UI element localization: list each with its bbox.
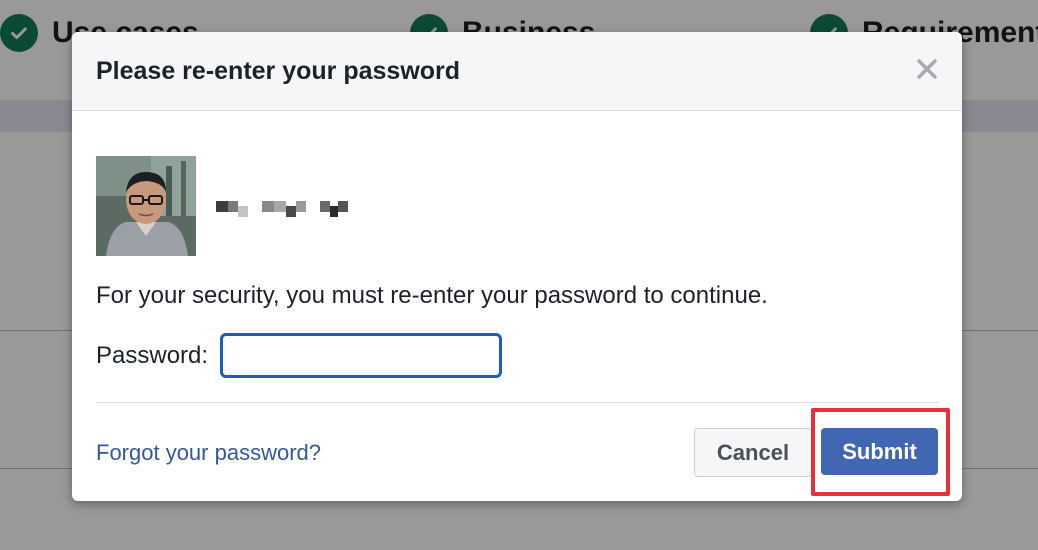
security-message: For your security, you must re-enter you… xyxy=(96,282,768,309)
password-label: Password: xyxy=(96,341,209,369)
cancel-button[interactable]: Cancel xyxy=(694,428,812,477)
dialog-title: Please re-enter your password xyxy=(96,57,461,85)
reenter-password-dialog: Please re-enter your password For your s… xyxy=(72,32,962,501)
password-row: Password: xyxy=(96,333,503,378)
user-profile xyxy=(96,156,348,256)
password-input[interactable] xyxy=(220,333,503,378)
forgot-password-link[interactable]: Forgot your password? xyxy=(96,440,321,466)
dialog-divider xyxy=(96,402,938,403)
submit-button[interactable]: Submit xyxy=(821,428,938,475)
close-icon[interactable] xyxy=(914,56,940,82)
avatar xyxy=(96,156,196,256)
user-name-obscured xyxy=(216,194,348,218)
dialog-header: Please re-enter your password xyxy=(72,32,962,111)
